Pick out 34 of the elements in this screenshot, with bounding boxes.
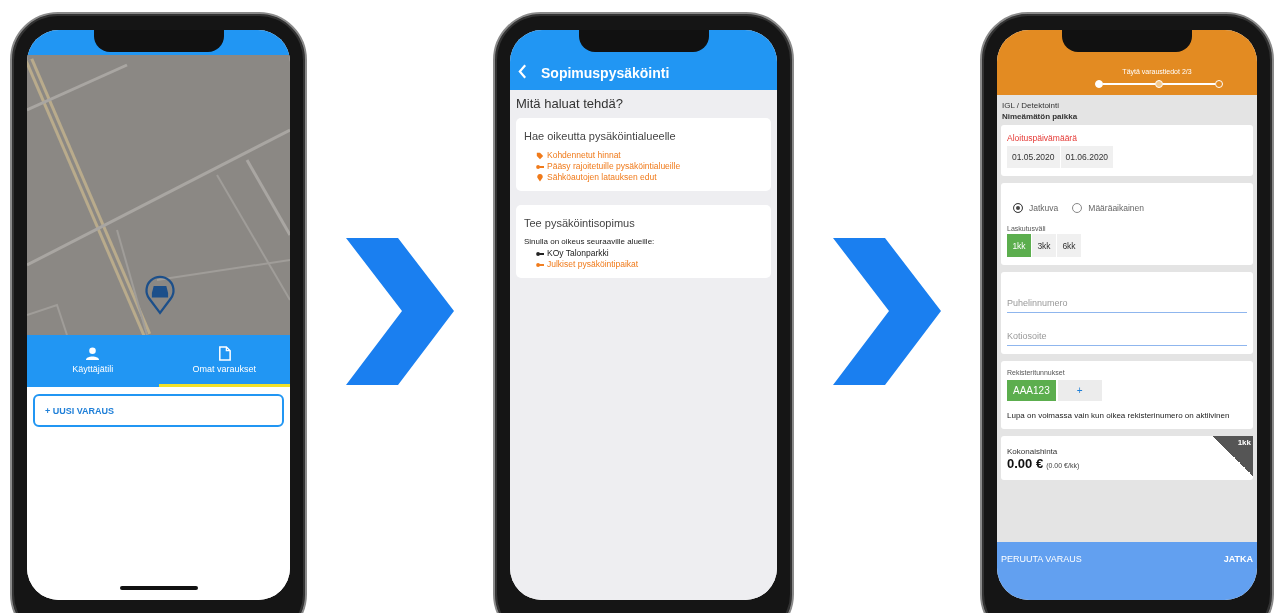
screen-title: Sopimuspysäköinti [541, 65, 670, 81]
period-badge: 1kk [1213, 436, 1253, 476]
card-subtitle: Sinulla on oikeus seuraaville alueille: [524, 237, 656, 246]
place-name: Nimeämätön paikka [1002, 111, 1079, 122]
date-field[interactable]: 01.05.2020 [1007, 146, 1060, 168]
price-value: 0.00 € [1007, 456, 1044, 471]
location-path: IGL / Detektointi [1002, 100, 1061, 111]
chevron-arrow-icon [833, 237, 941, 385]
card-title: Tee pysäköintisopimus [524, 217, 636, 229]
radio-button[interactable] [1072, 203, 1083, 213]
person-icon [85, 345, 101, 361]
billing-interval-option[interactable]: 3kk [1032, 234, 1056, 257]
field-label: Aloituspäivämäärä [1007, 133, 1078, 143]
chevron-arrow-icon [346, 237, 454, 385]
billing-interval-option[interactable]: 6kk [1057, 234, 1081, 257]
list-item-text: Pääsy rajoitetuille pysäköintialueille [547, 161, 681, 172]
radio-option[interactable]: Jatkuva [1013, 203, 1059, 213]
option-card[interactable]: Hae oikeutta pysäköintialueelle Kohdennetut hinnat Pääsy rajoitetuille pysäköintialueille Sähköautojen latauksen edut [516, 118, 771, 191]
add-plate-button[interactable]: + [1057, 380, 1102, 401]
radio-button[interactable] [1013, 203, 1023, 213]
note-text: Lupa on voimassa vain kun oikea rekisterinumero on aktiivinen [1007, 410, 1231, 421]
new-booking-button[interactable]: + UUSI VARAUS [33, 394, 284, 427]
list-item-text: Sähköautojen latauksen edut [547, 172, 657, 183]
list-item-text: Kohdennetut hinnat [547, 150, 621, 161]
list-item-text: KOy Talonparkki [547, 248, 609, 259]
question-text: Mitä haluat tehdä? [516, 96, 624, 111]
card-title: Hae oikeutta pysäköintialueelle [524, 130, 677, 142]
price-label: Kokonaishinta [1007, 447, 1059, 456]
date-field[interactable]: 01.06.2020 [1060, 146, 1114, 168]
document-icon [216, 345, 232, 361]
list-item-text: Julkiset pysäköintipaikat [547, 259, 639, 270]
option-card[interactable]: Tee pysäköintisopimus Sinulla on oikeus seuraaville alueille: KOy Talonparkki Julkiset pysäköintipaikat [516, 205, 771, 278]
radio-option[interactable]: Määräaikainen [1072, 203, 1145, 213]
back-icon[interactable] [518, 64, 527, 79]
